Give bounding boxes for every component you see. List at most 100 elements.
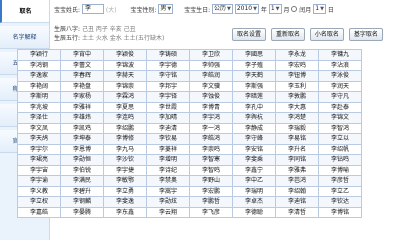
name-cell[interactable]: 李兆坡 [17, 101, 61, 113]
name-cell[interactable]: 李霖鸿 [103, 91, 147, 103]
naming-settings-button[interactable]: 取名设置 [232, 28, 267, 41]
name-cell[interactable]: 李家杨 [60, 91, 104, 103]
name-cell[interactable]: 李敏鄂 [103, 175, 147, 187]
name-cell[interactable]: 李恩博 [60, 143, 104, 155]
name-cell[interactable]: 李立勇 [103, 185, 147, 197]
name-cell[interactable]: 李瑞毅 [275, 122, 319, 134]
name-cell[interactable]: 李易铭 [275, 133, 319, 145]
name-cell[interactable]: 李智鸿 [318, 122, 362, 134]
name-cell[interactable]: 李静成 [232, 122, 276, 134]
name-cell[interactable]: 李彦哲 [318, 175, 362, 187]
name-cell[interactable]: 李东鑫 [103, 206, 147, 218]
name-cell[interactable]: 李鹏哲 [189, 196, 233, 208]
name-cell[interactable]: 李崇鸣 [189, 143, 233, 155]
name-cell[interactable]: 李一鸿 [189, 122, 233, 134]
name-cell[interactable]: 李宇宙 [17, 164, 61, 176]
name-cell[interactable]: 李立权 [17, 196, 61, 208]
name-cell[interactable]: 李锦波 [103, 59, 147, 71]
regenerate-button[interactable]: 重新取名 [270, 28, 305, 41]
name-cell[interactable]: 李颖行 [17, 49, 61, 61]
name-cell[interactable]: 李禁奥 [146, 175, 190, 187]
name-cell[interactable]: 李博铭 [318, 206, 362, 218]
surname-input[interactable]: 李 [81, 4, 104, 14]
gender-select[interactable]: 男▼ [158, 4, 174, 14]
name-cell[interactable]: 李蕾文 [60, 59, 104, 71]
name-cell[interactable]: 李孔中 [232, 101, 276, 113]
name-cell[interactable]: 李博喻 [318, 164, 362, 176]
name-cell[interactable]: 李绍翰 [275, 185, 319, 197]
name-cell[interactable]: 李卓杰 [232, 196, 276, 208]
leap-month-checkbox[interactable] [291, 6, 298, 12]
name-cell[interactable]: 李文骥 [189, 80, 233, 92]
name-cell[interactable]: 李加晴 [146, 112, 190, 124]
name-cell[interactable]: 李锦崇 [103, 80, 147, 92]
name-cell[interactable]: 李卫欣 [189, 49, 233, 61]
name-cell[interactable]: 李守凡 [318, 91, 362, 103]
name-cell[interactable]: 李沾浪 [318, 59, 362, 71]
name-cell[interactable]: 李皓润 [189, 70, 233, 82]
name-cell[interactable]: 李智寒 [189, 154, 233, 166]
name-cell[interactable]: 李迪清 [146, 122, 190, 134]
name-cell[interactable]: 李敦鹏 [275, 91, 319, 103]
sidebar-item-name-explain[interactable]: 名字解释 [0, 26, 49, 49]
sidebar-item-naming[interactable]: 取名 [0, 0, 49, 23]
name-cell[interactable]: 李飞彦 [189, 206, 233, 218]
name-cell[interactable]: 李文凤 [17, 122, 61, 134]
name-cell[interactable]: 李钢麟 [60, 196, 104, 208]
name-cell[interactable]: 李宇鸿 [189, 112, 233, 124]
year-select[interactable]: 2010▼ [234, 4, 259, 14]
name-cell[interactable]: 李邦宇 [146, 80, 190, 92]
name-cell[interactable]: 李大惠 [275, 101, 319, 113]
name-cell[interactable]: 李嘉皓 [17, 206, 61, 218]
name-cell[interactable]: 李子殖 [232, 59, 276, 71]
calendar-select[interactable]: 公历▼ [212, 4, 233, 14]
month-select[interactable]: 1▼ [268, 4, 282, 14]
day-select[interactable]: 1▼ [313, 4, 326, 14]
name-cell[interactable]: 李勋恒 [60, 154, 104, 166]
name-cell[interactable]: 李野山 [189, 175, 233, 187]
name-cell[interactable]: 李宵中 [60, 49, 104, 61]
name-cell[interactable]: 李同铭 [275, 154, 319, 166]
name-cell[interactable]: 李升名 [275, 143, 319, 155]
name-cell[interactable]: 李锦文 [318, 112, 362, 124]
small-name-button[interactable]: 小名取名 [309, 28, 344, 41]
name-cell[interactable]: 李菱祥 [146, 143, 190, 155]
name-cell[interactable]: 李智鸣 [189, 164, 233, 176]
name-cell[interactable]: 李义教 [17, 185, 61, 197]
name-cell[interactable]: 李守铭 [146, 70, 190, 82]
name-cell[interactable]: 李绍鹏 [103, 122, 147, 134]
name-cell[interactable]: 李增明 [146, 154, 190, 166]
name-cell[interactable]: 李迪铭 [275, 196, 319, 208]
name-cell[interactable]: 李赴泰 [318, 101, 362, 113]
name-cell[interactable]: 李雅弗 [275, 164, 319, 176]
name-cell[interactable]: 李宇捷 [103, 164, 147, 176]
name-cell[interactable]: 李安铭 [232, 143, 276, 155]
name-cell[interactable]: 李铸硕 [146, 49, 190, 61]
name-cell[interactable]: 李润天 [318, 80, 362, 92]
name-cell[interactable]: 李舆杭 [232, 112, 276, 124]
name-cell[interactable]: 李國思 [232, 49, 276, 61]
name-cell[interactable]: 李蚀俊 [189, 91, 233, 103]
name-cell[interactable]: 李鑫宁 [232, 164, 276, 176]
name-cell[interactable]: 李德聪 [232, 206, 276, 218]
name-cell[interactable]: 李满民 [60, 175, 104, 187]
name-cell[interactable]: 李赫天 [103, 70, 147, 82]
name-cell[interactable]: 李天鹤 [232, 70, 276, 82]
name-cell[interactable]: 李艳盘 [60, 80, 104, 92]
name-cell[interactable]: 李钮博 [275, 70, 319, 82]
name-cell[interactable]: 李钦易 [146, 133, 190, 145]
name-cell[interactable]: 李世霞 [146, 101, 190, 113]
name-cell[interactable]: 李宇尔 [17, 143, 61, 155]
name-cell[interactable]: 李钻鸣 [318, 154, 362, 166]
name-cell[interactable]: 李连鸣 [103, 112, 147, 124]
name-cell[interactable]: 李博修 [103, 133, 147, 145]
name-cell[interactable]: 李博青 [189, 101, 233, 113]
name-cell[interactable]: 李夏思 [103, 101, 147, 113]
name-cell[interactable]: 李雅祥 [60, 101, 104, 113]
name-cell[interactable]: 李瑞明 [232, 185, 276, 197]
name-cell[interactable]: 李玉利 [275, 80, 319, 92]
name-cell[interactable]: 李永龙 [275, 49, 319, 61]
name-cell[interactable]: 李逸家 [17, 70, 61, 82]
name-cell[interactable]: 李艳阔 [17, 80, 61, 92]
name-cell[interactable]: 李晏腾 [60, 206, 104, 218]
